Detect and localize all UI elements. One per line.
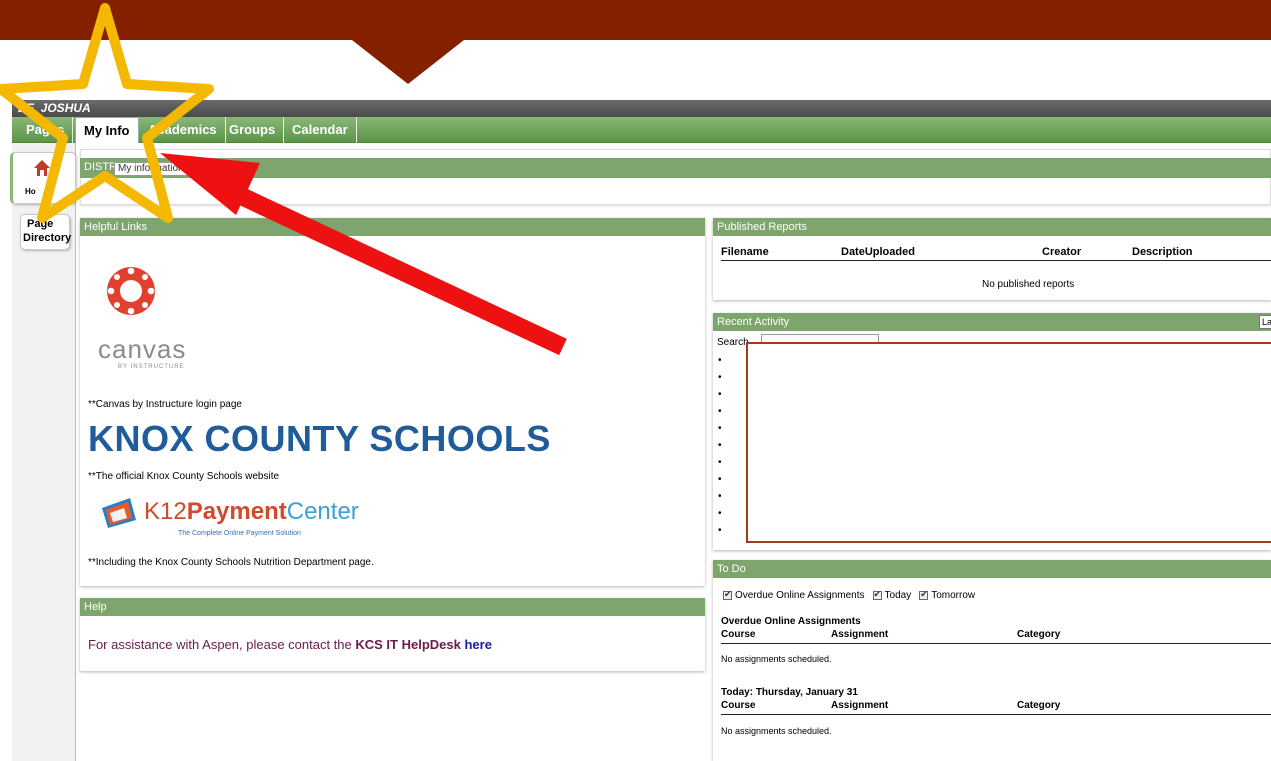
published-empty-message: No published reports — [982, 279, 1075, 290]
recent-activity-header: Recent Activity — [713, 313, 1271, 331]
today-col-assignment[interactable]: Assignment — [831, 700, 888, 711]
k12-payment-part: Payment — [186, 498, 287, 525]
redaction-box — [746, 342, 1271, 543]
col-filename[interactable]: Filename — [721, 246, 769, 258]
recent-search-label: Search — [717, 337, 749, 348]
helpdesk-name: KCS IT HelpDesk — [355, 637, 461, 652]
page-directory-label-top: Page — [27, 218, 54, 230]
tab-bar: Pages My Info Academics Groups Calendar — [12, 117, 1271, 143]
helpful-links-panel: Helpful Links canvas BY INSTRUCTURE **Ca… — [80, 218, 705, 586]
overdue-empty-message: No assignments scheduled. — [721, 654, 832, 664]
recent-activity-toggle-button[interactable]: La — [1259, 315, 1271, 329]
today-empty-message: No assignments scheduled. — [721, 726, 832, 736]
overdue-checkbox[interactable] — [723, 589, 732, 600]
tab-calendar[interactable]: Calendar — [284, 117, 357, 143]
user-bar: EE, JOSHUA — [12, 100, 1271, 117]
todo-panel: To Do Overdue Online Assignments Today T… — [713, 560, 1271, 761]
overdue-section-title: Overdue Online Assignments — [721, 616, 861, 627]
todo-header: To Do — [713, 560, 1271, 578]
list-item: • — [718, 491, 722, 502]
today-section-title: Today: Thursday, January 31 — [721, 687, 858, 698]
helpful-links-header: Helpful Links — [80, 218, 705, 236]
list-item: • — [718, 457, 722, 468]
home-icon — [34, 160, 50, 176]
district-bar: DISTR — [80, 158, 1271, 178]
help-text: For assistance with Aspen, please contac… — [88, 637, 492, 652]
tab-my-info[interactable]: My Info — [75, 117, 139, 143]
k12-logo-icon[interactable] — [100, 496, 140, 530]
list-item: • — [718, 406, 722, 417]
k12-center-part: Center — [286, 498, 359, 525]
today-checkbox-label: Today — [884, 590, 912, 601]
canvas-wordmark[interactable]: canvas — [98, 334, 186, 365]
overdue-header-line — [721, 643, 1271, 644]
recent-activity-panel: Recent Activity La Search • • • • • • • … — [713, 313, 1271, 550]
banner-pointer — [352, 40, 464, 84]
list-item: • — [718, 508, 722, 519]
user-name: EE, JOSHUA — [18, 101, 91, 115]
published-reports-header: Published Reports — [713, 218, 1271, 236]
today-col-course[interactable]: Course — [721, 700, 755, 711]
help-header: Help — [80, 598, 705, 616]
k12-part: K12 — [144, 498, 187, 525]
tomorrow-checkbox[interactable] — [919, 589, 929, 600]
overdue-col-assignment[interactable]: Assignment — [831, 629, 888, 640]
col-date-uploaded[interactable]: DateUploaded — [841, 246, 915, 258]
tab-groups[interactable]: Groups — [221, 117, 285, 143]
help-panel: Help For assistance with Aspen, please c… — [80, 598, 705, 671]
list-item: • — [718, 440, 722, 451]
tab-pages[interactable]: Pages — [18, 117, 74, 143]
top-banner — [0, 0, 1271, 40]
tomorrow-checkbox-label: Tomorrow — [931, 590, 976, 601]
help-text-lead: For assistance with Aspen, please contac… — [88, 637, 356, 652]
col-creator[interactable]: Creator — [1042, 246, 1081, 258]
district-label: DISTR — [84, 161, 117, 173]
today-checkbox[interactable] — [872, 589, 882, 600]
canvas-subtitle: BY INSTRUCTURE — [118, 364, 185, 370]
overdue-col-course[interactable]: Course — [721, 629, 755, 640]
overdue-col-category[interactable]: Category — [1017, 629, 1060, 640]
district-select[interactable]: My information — [114, 162, 234, 176]
table-header-line — [721, 260, 1271, 261]
canvas-description: **Canvas by Instructure login page — [88, 399, 242, 410]
today-col-category[interactable]: Category — [1017, 700, 1060, 711]
list-item: • — [718, 355, 722, 366]
list-item: • — [718, 372, 722, 383]
home-label: Ho — [25, 187, 36, 196]
sidebar-item-home[interactable]: Ho — [10, 152, 76, 204]
list-item: • — [718, 423, 722, 434]
list-item: • — [718, 525, 722, 536]
tab-academics[interactable]: Academics — [140, 117, 226, 143]
overdue-checkbox-label: Overdue Online Assignments — [735, 590, 865, 601]
todo-filters: Overdue Online Assignments Today Tomorro… — [723, 589, 983, 601]
kcs-link-title[interactable]: KNOX COUNTY SCHOOLS — [88, 418, 551, 460]
today-header-line — [721, 714, 1271, 715]
canvas-logo-icon[interactable] — [106, 266, 156, 316]
helpdesk-link[interactable]: here — [464, 637, 491, 652]
k12-tagline: The Complete Online Payment Solution — [178, 530, 301, 537]
k12-wordmark[interactable]: K12PaymentCenter — [144, 498, 359, 526]
published-reports-panel: Published Reports Filename DateUploaded … — [713, 218, 1271, 300]
kcs-description: **The official Knox County Schools websi… — [88, 471, 280, 482]
page-directory-label: Directory — [23, 232, 72, 244]
sidebar-item-page-directory[interactable]: Page Directory — [20, 214, 72, 250]
col-description[interactable]: Description — [1132, 246, 1193, 258]
k12-description: **Including the Knox County Schools Nutr… — [88, 557, 374, 568]
list-item: • — [718, 474, 722, 485]
list-item: • — [718, 389, 722, 400]
